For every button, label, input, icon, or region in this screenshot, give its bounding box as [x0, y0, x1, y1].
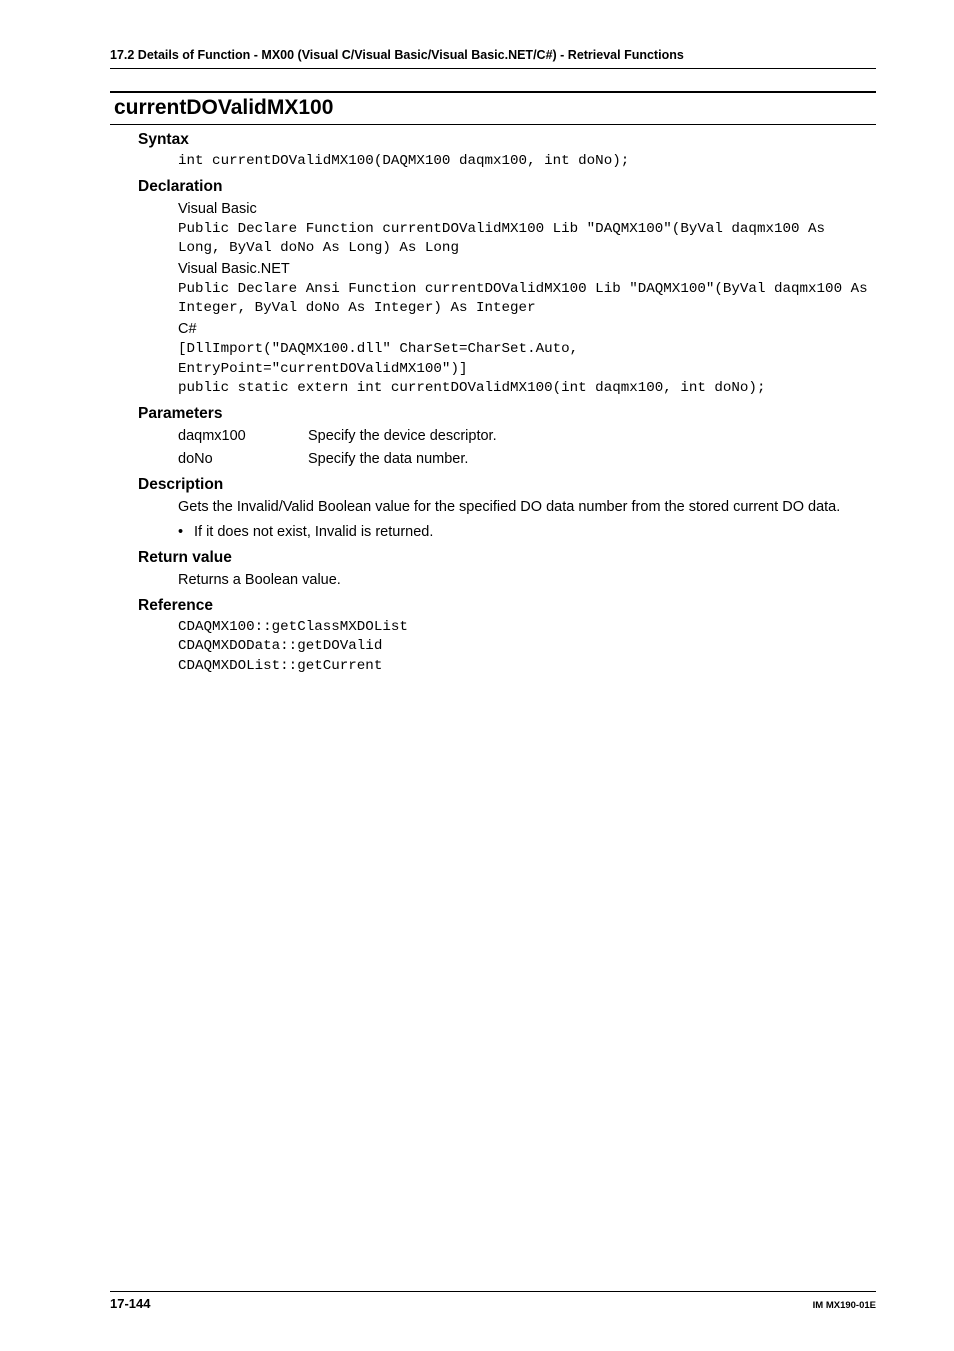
- title-rule-bottom: [110, 124, 876, 125]
- function-title: currentDOValidMX100: [114, 96, 876, 120]
- parameters-heading: Parameters: [138, 405, 876, 423]
- vbnet-code: Public Declare Ansi Function currentDOVa…: [178, 280, 876, 319]
- reference-code: CDAQMX100::getClassMXDOList CDAQMXDOData…: [178, 618, 876, 677]
- description-text: Gets the Invalid/Valid Boolean value for…: [178, 497, 876, 518]
- footer-rule: [110, 1291, 876, 1292]
- csharp-label: C#: [178, 319, 876, 340]
- page-number: 17-144: [110, 1296, 150, 1311]
- param-name: doNo: [178, 449, 308, 470]
- description-bullet: • If it does not exist, Invalid is retur…: [178, 522, 876, 543]
- param-name: daqmx100: [178, 426, 308, 447]
- reference-heading: Reference: [138, 597, 876, 615]
- breadcrumb: 17.2 Details of Function - MX00 (Visual …: [110, 48, 876, 62]
- csharp-code: [DllImport("DAQMX100.dll" CharSet=CharSe…: [178, 340, 876, 399]
- bullet-icon: •: [178, 522, 194, 543]
- title-rule-top: [110, 91, 876, 93]
- description-heading: Description: [138, 476, 876, 494]
- page-footer: 17-144 IM MX190-01E: [110, 1291, 876, 1311]
- vb-label: Visual Basic: [178, 199, 876, 220]
- bullet-text: If it does not exist, Invalid is returne…: [194, 522, 433, 543]
- document-id: IM MX190-01E: [813, 1300, 876, 1311]
- syntax-code: int currentDOValidMX100(DAQMX100 daqmx10…: [178, 152, 876, 172]
- param-desc: Specify the device descriptor.: [308, 426, 497, 447]
- vbnet-label: Visual Basic.NET: [178, 259, 876, 280]
- param-row: doNo Specify the data number.: [178, 449, 876, 470]
- vb-code: Public Declare Function currentDOValidMX…: [178, 220, 876, 259]
- return-text: Returns a Boolean value.: [178, 570, 876, 591]
- syntax-heading: Syntax: [138, 131, 876, 149]
- param-desc: Specify the data number.: [308, 449, 468, 470]
- declaration-heading: Declaration: [138, 178, 876, 196]
- param-row: daqmx100 Specify the device descriptor.: [178, 426, 876, 447]
- return-heading: Return value: [138, 549, 876, 567]
- divider-top: [110, 68, 876, 69]
